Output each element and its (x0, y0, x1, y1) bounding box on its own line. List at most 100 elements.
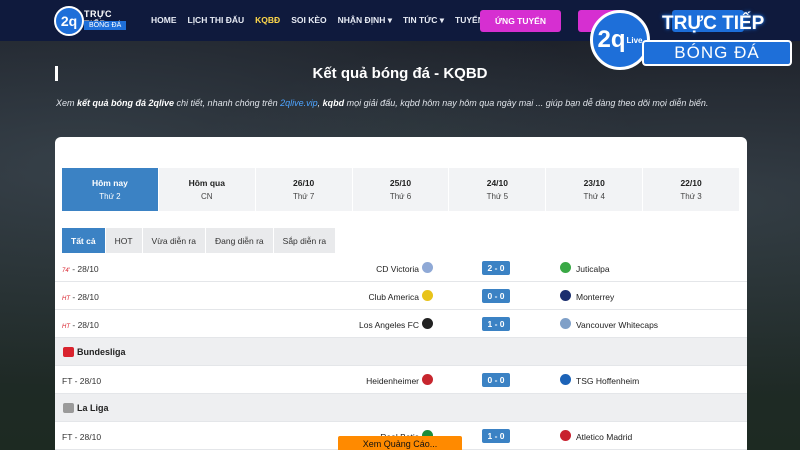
live-status: HT (62, 324, 70, 330)
filter-tab-just-finished[interactable]: Vừa diễn ra (142, 228, 206, 253)
date-tab-weekday: Thứ 3 (680, 192, 702, 201)
time-sep: - (70, 320, 78, 330)
nav-results[interactable]: KQBĐ (255, 15, 280, 26)
date-tab-label: Hôm qua (188, 178, 225, 188)
away-team: Monterrey (576, 292, 615, 302)
time-sep: - (72, 432, 80, 442)
overlay-badge-live: Live (626, 35, 643, 45)
date-tab-weekday: Thứ 2 (99, 192, 121, 201)
score-badge[interactable]: 0 - 0 (482, 373, 510, 387)
league-name: La Liga (77, 403, 109, 413)
date-tab-weekday: Thứ 5 (486, 192, 509, 201)
nav-odds[interactable]: SOI KÈO (291, 15, 326, 26)
score-badge[interactable]: 1 - 0 (482, 317, 510, 331)
home-team: Club America (368, 292, 419, 302)
match-list: 74' - 28/10 CD Victoria 2 - 0 Juticalpa … (55, 254, 747, 450)
match-row[interactable]: FT - 28/10 Heidenheimer 0 - 0 TSG Hoffen… (55, 366, 747, 394)
intro-bold-1: kết quả bóng đá 2qlive (77, 98, 175, 108)
intro-pre: Xem (56, 98, 78, 108)
filter-tabs: Tất cả HOT Vừa diễn ra Đang diễn ra Sắp … (62, 228, 337, 253)
date-tab-weekday: Thứ 6 (389, 192, 412, 201)
nav-news[interactable]: TIN TỨC ▾ (403, 15, 444, 26)
overlay-logo-line1: TRỰC TIẾP (662, 13, 765, 34)
league-header-bundesliga[interactable]: Bundesliga (55, 338, 747, 366)
match-row[interactable]: HT - 28/10 Los Angeles FC 1 - 0 Vancouve… (55, 310, 747, 338)
match-status: FT (62, 376, 73, 386)
match-date: 28/10 (79, 376, 102, 386)
apply-button[interactable]: ỨNG TUYỂN (480, 10, 561, 32)
home-team: Los Angeles FC (358, 320, 419, 330)
date-tab-23-10[interactable]: 23/10 Thứ 4 (546, 168, 644, 211)
filter-tab-live[interactable]: Đang diễn ra (205, 228, 274, 253)
home-team: Heidenheimer (366, 376, 419, 386)
live-status: 74' (62, 268, 70, 274)
match-date: 28/10 (79, 432, 102, 442)
date-tab-weekday: Thứ 7 (292, 192, 315, 201)
date-tab-label: 25/10 (389, 178, 412, 188)
date-tab-26-10[interactable]: 26/10 Thứ 7 (256, 168, 353, 211)
away-team: Vancouver Whitecaps (576, 320, 659, 330)
home-team: CD Victoria (376, 264, 419, 274)
match-time: HT - 28/10 (62, 320, 99, 330)
away-team-crest-icon (560, 290, 571, 301)
date-tab-weekday: Thứ 4 (583, 192, 605, 201)
filter-tab-hot[interactable]: HOT (105, 228, 143, 253)
home-team-crest-icon (422, 262, 433, 273)
date-tab-label: 23/10 (583, 178, 605, 188)
match-row[interactable]: HT - 28/10 Club America 0 - 0 Monterrey (55, 282, 747, 310)
date-tab-label: 24/10 (486, 178, 508, 188)
intro-bold-2: kqbd (322, 98, 345, 108)
league-header-laliga[interactable]: La Liga (55, 394, 747, 422)
logo-text-bottom: BÓNG ĐÁ (84, 21, 127, 30)
match-date: 28/10 (77, 292, 99, 302)
date-tab-today[interactable]: Hôm nay Thứ 2 (62, 168, 159, 211)
date-tab-label: 22/10 (680, 178, 702, 188)
filter-tab-upcoming[interactable]: Sắp diễn ra (273, 228, 337, 253)
live-status: HT (62, 296, 70, 302)
league-name: Bundesliga (77, 347, 126, 357)
date-tab-label: 26/10 (293, 178, 315, 188)
score-badge[interactable]: 2 - 0 (482, 261, 510, 275)
match-time: FT - 28/10 (62, 376, 101, 386)
match-time: 74' - 28/10 (62, 264, 99, 274)
nav-schedule[interactable]: LỊCH THI ĐẤU (188, 15, 245, 26)
away-team-crest-icon (560, 262, 571, 273)
intro-text: Xem kết quả bóng đá 2qlive chi tiết, nha… (56, 98, 756, 108)
intro-mid: chi tiết, nhanh chóng trên (174, 98, 281, 108)
results-panel: Hôm nay Thứ 2 Hôm qua CN 26/10 Thứ 7 25/10 T… (55, 137, 747, 450)
main-nav: HOME LỊCH THI ĐẤU KQBĐ SOI KÈO NHẬN ĐỊNH… (151, 15, 511, 26)
nav-home[interactable]: HOME (151, 15, 177, 26)
away-team-crest-icon (560, 318, 571, 329)
match-status: FT (62, 432, 73, 442)
date-tab-yesterday[interactable]: Hôm qua CN (159, 168, 256, 211)
laliga-icon (63, 403, 74, 413)
site-logo[interactable]: 2q TRỰC TIẾP BÓNG ĐÁ (54, 6, 134, 36)
date-tab-22-10[interactable]: 22/10 Thứ 3 (643, 168, 741, 211)
time-sep: - (70, 292, 78, 302)
away-team: Juticalpa (576, 264, 610, 274)
page-title: Kết quả bóng đá - KQBD (312, 65, 488, 82)
view-ad-button[interactable]: Xem Quảng Cáo... (338, 436, 462, 450)
date-tab-weekday: CN (201, 192, 213, 201)
away-team-crest-icon (560, 374, 571, 385)
date-tabs: Hôm nay Thứ 2 Hôm qua CN 26/10 Thứ 7 25/10 T… (62, 168, 741, 211)
score-badge[interactable]: 1 - 0 (482, 429, 510, 443)
intro-site-link[interactable]: 2qlive.vip (280, 98, 318, 108)
score-badge[interactable]: 0 - 0 (482, 289, 510, 303)
match-date: 28/10 (77, 264, 99, 274)
time-sep: - (72, 376, 80, 386)
overlay-logo-badge: 2q Live (590, 10, 650, 70)
date-tab-label: Hôm nay (91, 178, 128, 188)
date-tab-25-10[interactable]: 25/10 Thứ 6 (353, 168, 450, 211)
filter-tab-all[interactable]: Tất cả (62, 228, 106, 253)
match-date: 28/10 (77, 320, 99, 330)
date-tab-24-10[interactable]: 24/10 Thứ 5 (449, 168, 547, 211)
match-time: FT - 28/10 (62, 432, 101, 442)
home-team-crest-icon (422, 374, 433, 385)
match-row[interactable]: 74' - 28/10 CD Victoria 2 - 0 Juticalpa (55, 254, 747, 282)
logo-badge: 2q (54, 6, 84, 36)
nav-predictions[interactable]: NHẬN ĐỊNH ▾ (338, 15, 392, 26)
home-team-crest-icon (422, 318, 433, 329)
overlay-logo-line2: BÓNG ĐÁ (642, 40, 792, 66)
away-team-crest-icon (560, 430, 571, 441)
